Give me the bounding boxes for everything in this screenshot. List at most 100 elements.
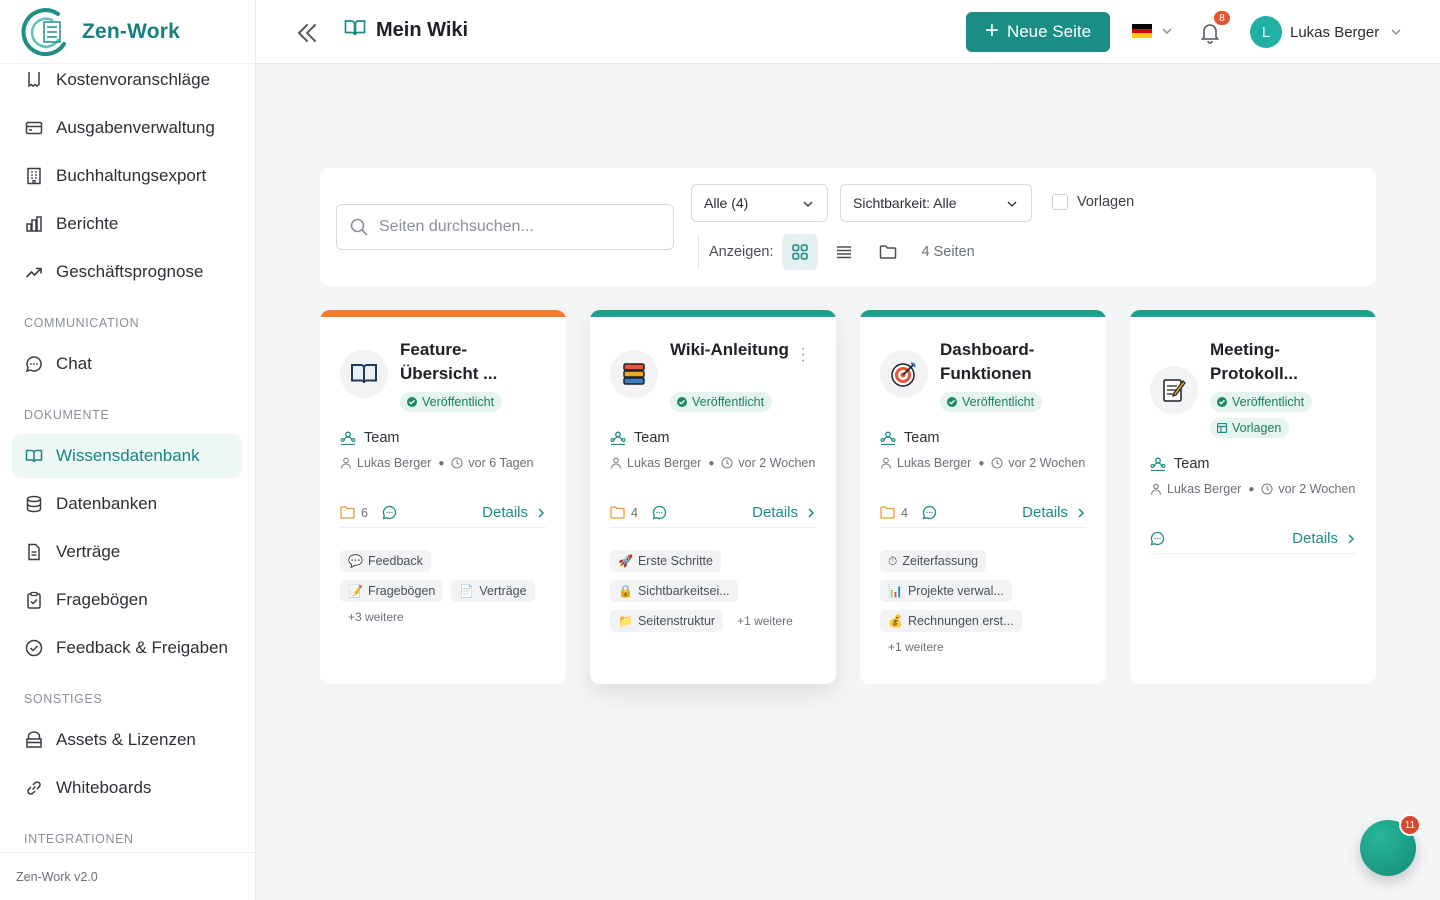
chevron-down-icon <box>1007 201 1017 208</box>
more-tags[interactable]: +3 weitere <box>340 610 556 624</box>
sidebar-item-assets-lizenzen[interactable]: Assets & Lizenzen <box>12 718 242 762</box>
category-filter-select[interactable]: Alle (4) <box>691 184 828 222</box>
visibility-filter-select[interactable]: Sichtbarkeit: Alle <box>840 184 1032 222</box>
tag[interactable]: 📁 Seitenstruktur <box>610 610 724 632</box>
wiki-card[interactable]: Wiki-Anleitung · · · Veröffentlicht Team L… <box>590 310 836 684</box>
sidebar-item-buchhaltungsexport[interactable]: Buchhaltungsexport <box>12 154 242 198</box>
card-title[interactable]: Wiki-Anleitung <box>670 338 810 362</box>
book-icon <box>24 446 44 466</box>
sidebar-item-ausgabenverwaltung[interactable]: Ausgabenverwaltung <box>12 106 242 150</box>
wiki-card[interactable]: Feature-Übersicht ... Veröffentlicht Tea… <box>320 310 566 684</box>
details-label: Details <box>1292 530 1338 547</box>
details-link[interactable]: Details <box>482 504 546 521</box>
tag[interactable]: 🚀 Erste Schritte <box>610 550 721 572</box>
comment-icon[interactable] <box>382 505 397 520</box>
receipt-icon <box>24 70 44 90</box>
subpage-count: 4 <box>610 506 638 520</box>
more-tags[interactable]: +1 weitere <box>880 640 1096 654</box>
sidebar-item-wissensdatenbank[interactable]: Wissensdatenbank <box>12 434 242 478</box>
clock-icon <box>721 457 733 469</box>
more-options-icon[interactable]: · · · <box>800 341 806 369</box>
tag[interactable]: 📝 Fragebögen <box>340 580 444 602</box>
target-icon <box>880 350 928 398</box>
card-actions: 4 Details <box>880 500 1086 528</box>
search-input[interactable] <box>379 218 659 236</box>
tag[interactable]: ⏱ Zeiterfassung <box>880 550 987 572</box>
status-badge: Veröffentlicht <box>670 392 773 412</box>
sidebar-item-vertraege[interactable]: Verträge <box>12 530 242 574</box>
lock-icon: 🔒 <box>618 584 633 598</box>
card-title[interactable]: Feature-Übersicht ... <box>400 338 540 386</box>
sidebar-item-label: Geschäftsprognose <box>56 262 204 281</box>
sidebar-item-label: Whiteboards <box>56 778 152 797</box>
search-box[interactable] <box>336 204 674 250</box>
memo-icon <box>1150 366 1198 414</box>
sidebar-item-label: Datenbanken <box>56 494 158 513</box>
comment-icon[interactable] <box>652 505 667 520</box>
user-icon <box>610 457 622 469</box>
templates-label: Vorlagen <box>1077 194 1135 210</box>
tag[interactable]: 🔒 Sichtbarkeitsei... <box>610 580 738 602</box>
wiki-card[interactable]: Dashboard-Funktionen Veröffentlicht Team… <box>860 310 1106 684</box>
templates-checkbox-wrap[interactable]: Vorlagen <box>1052 194 1134 210</box>
collapse-sidebar-button[interactable] <box>294 20 322 46</box>
tag[interactable]: 📊 Projekte verwal... <box>880 580 1012 602</box>
section-dokumente: DOKUMENTE <box>24 408 110 422</box>
author-name: Lukas Berger <box>627 456 702 470</box>
language-selector[interactable] <box>1132 24 1174 39</box>
card-title[interactable]: Meeting-Protokoll... <box>1210 338 1350 386</box>
brand[interactable]: Zen-Work <box>0 0 255 64</box>
sidebar-item-chat[interactable]: Chat <box>12 342 242 386</box>
zen-work-logo-icon <box>18 6 70 58</box>
card-title[interactable]: Dashboard-Funktionen <box>940 338 1080 386</box>
user-menu[interactable]: L Lukas Berger <box>1250 16 1403 48</box>
sidebar-item-whiteboards[interactable]: Whiteboards <box>12 766 242 810</box>
notification-count-badge: 8 <box>1212 9 1232 27</box>
template-badge: Vorlagen <box>1210 418 1290 438</box>
folder-view-button[interactable] <box>870 234 906 270</box>
check-icon <box>947 397 957 407</box>
check-icon <box>407 397 417 407</box>
details-link[interactable]: Details <box>1292 530 1356 547</box>
new-page-button[interactable]: + Neue Seite <box>966 12 1110 52</box>
sidebar-item-kostenvoranschlaege[interactable]: Kostenvoranschläge <box>12 64 242 102</box>
visibility-team: Team <box>340 430 399 446</box>
sidebar-item-label: Feedback & Freigaben <box>56 638 228 657</box>
trend-icon <box>24 262 44 282</box>
templates-checkbox[interactable] <box>1052 194 1068 210</box>
grid-view-button[interactable] <box>781 234 818 270</box>
sidebar-item-berichte[interactable]: Berichte <box>12 202 242 246</box>
list-view-button[interactable] <box>826 234 862 270</box>
comment-icon[interactable] <box>1150 531 1165 546</box>
visibility-label: Team <box>634 430 670 446</box>
avatar: L <box>1250 16 1282 48</box>
plus-icon: + <box>984 17 999 44</box>
sidebar-item-datenbanken[interactable]: Datenbanken <box>12 482 242 526</box>
status-label: Veröffentlicht <box>422 395 495 409</box>
check-icon <box>1217 397 1227 407</box>
sidebar-item-label: Chat <box>56 354 92 373</box>
category-filter-value: Alle (4) <box>704 195 749 211</box>
section-sonstiges: SONSTIGES <box>24 692 103 706</box>
more-tags[interactable]: +1 weitere <box>731 614 793 628</box>
details-link[interactable]: Details <box>752 504 816 521</box>
sidebar: Zen-Work Kostenvoranschläge Ausgabenverw… <box>0 0 256 900</box>
card-color-bar <box>860 310 1106 317</box>
status-badge: Veröffentlicht <box>1210 392 1313 412</box>
tag-label: Zeiterfassung <box>902 554 979 568</box>
team-icon <box>880 431 896 445</box>
money-bag-icon: 💰 <box>888 614 903 628</box>
tag-label: Rechnungen erst... <box>907 614 1014 628</box>
tag[interactable]: 💬 Feedback <box>340 550 431 572</box>
wiki-card[interactable]: Meeting-Protokoll... Veröffentlicht Vorl… <box>1130 310 1376 684</box>
sidebar-item-frageboegen[interactable]: Fragebögen <box>12 578 242 622</box>
book-icon <box>344 18 366 43</box>
sidebar-item-label: Wissensdatenbank <box>56 446 200 465</box>
tag[interactable]: 📄 Verträge <box>451 580 535 602</box>
details-link[interactable]: Details <box>1022 504 1086 521</box>
tag[interactable]: 💰 Rechnungen erst... <box>880 610 1022 632</box>
sidebar-item-feedback-freigaben[interactable]: Feedback & Freigaben <box>12 626 242 670</box>
sidebar-item-geschaeftsprognose[interactable]: Geschäftsprognose <box>12 250 242 294</box>
comment-icon[interactable] <box>922 505 937 520</box>
tag-label: Verträge <box>479 584 527 598</box>
